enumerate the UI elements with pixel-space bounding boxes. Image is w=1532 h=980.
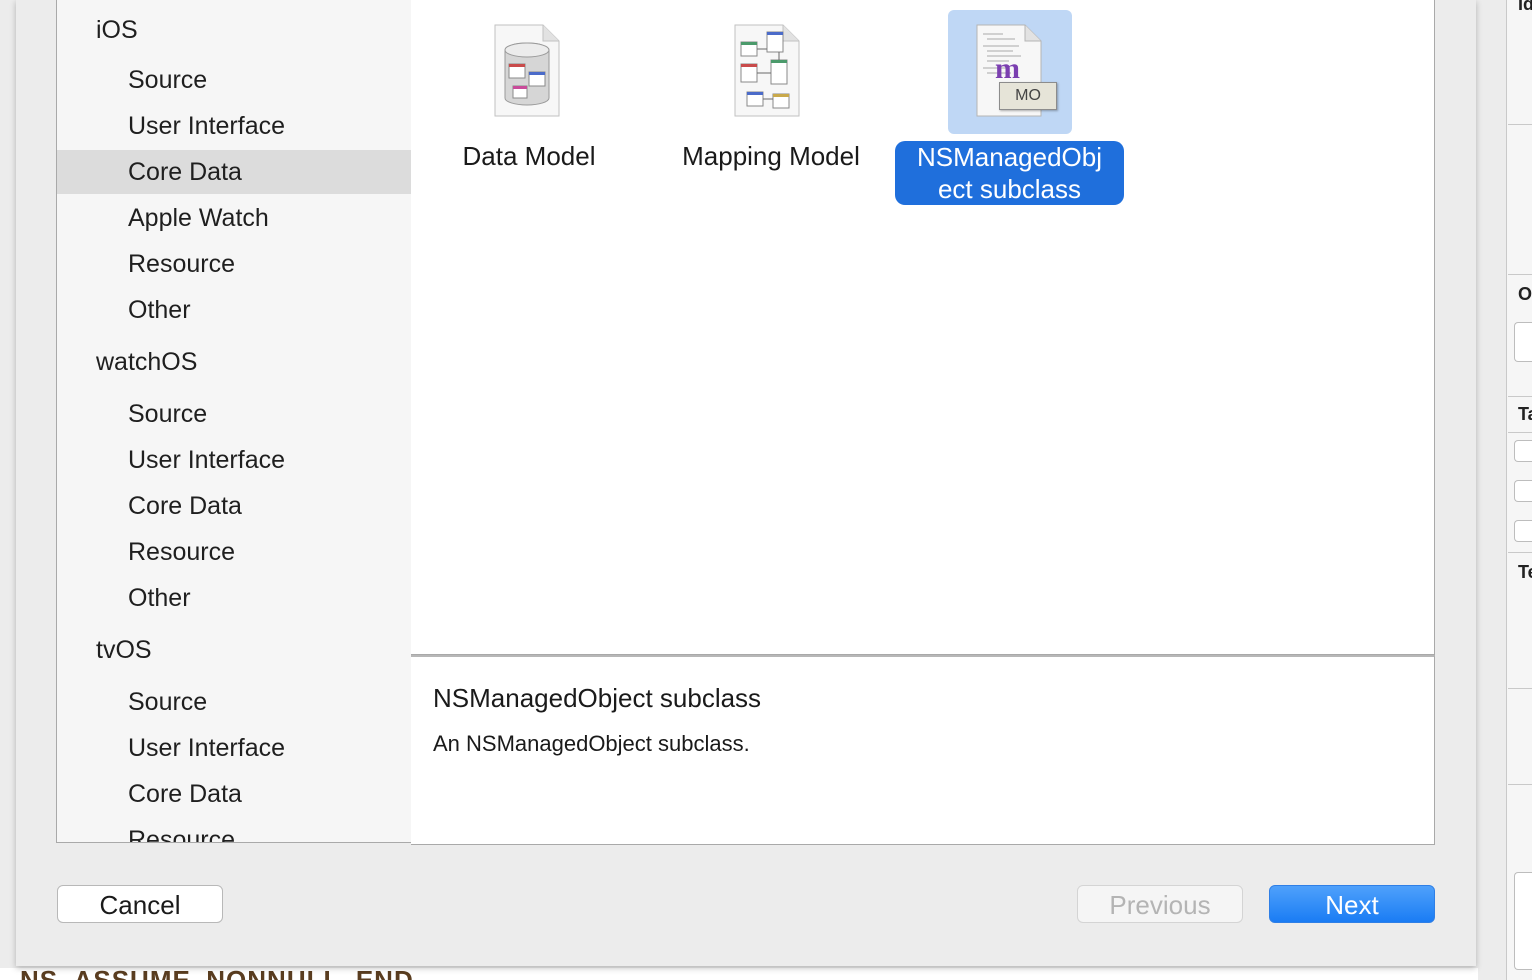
sidebar-item-watchos-core-data[interactable]: Core Data bbox=[57, 484, 411, 528]
inspector-divider bbox=[1508, 124, 1532, 125]
sidebar-item-tvos-source[interactable]: Source bbox=[57, 680, 411, 724]
inspector-heading-te: Te bbox=[1518, 562, 1532, 582]
inspector-divider bbox=[1508, 552, 1532, 553]
inspector-divider bbox=[1508, 396, 1532, 397]
inspector-divider bbox=[1508, 432, 1532, 433]
sidebar-item-ios-core-data[interactable]: Core Data bbox=[57, 150, 411, 194]
sidebar-item-ios-resource[interactable]: Resource bbox=[57, 242, 411, 286]
inspector-checkbox[interactable] bbox=[1514, 440, 1532, 462]
template-label: Data Model bbox=[462, 141, 596, 171]
inspector-checkbox[interactable] bbox=[1514, 480, 1532, 502]
sidebar-item-tvos-core-data[interactable]: Core Data bbox=[57, 772, 411, 816]
sidebar-group-tvos: tvOS bbox=[96, 636, 152, 664]
description-body: An NSManagedObject subclass. bbox=[433, 731, 750, 756]
mo-badge: MO bbox=[999, 82, 1057, 110]
next-button[interactable]: Next bbox=[1269, 885, 1435, 923]
template-label-line: ect subclass bbox=[937, 174, 1082, 204]
template-grid: Data Model Mapping Model m MO NSManagedO… bbox=[411, 0, 1435, 655]
description-title: NSManagedObject subclass bbox=[433, 683, 762, 713]
sidebar-item-watchos-other[interactable]: Other bbox=[57, 576, 411, 620]
template-description-pane: NSManagedObject subclass An NSManagedObj… bbox=[411, 655, 1435, 845]
sidebar-item-watchos-source[interactable]: Source bbox=[57, 392, 411, 436]
inspector-divider bbox=[1508, 688, 1532, 689]
sidebar-item-ios-apple-watch[interactable]: Apple Watch bbox=[57, 196, 411, 240]
inspector-field[interactable] bbox=[1514, 872, 1532, 970]
sidebar-item-ios-other[interactable]: Other bbox=[57, 288, 411, 332]
template-label: Mapping Model bbox=[682, 141, 860, 171]
sidebar-group-watchos: watchOS bbox=[96, 348, 198, 376]
sidebar-item-tvos-user-interface[interactable]: User Interface bbox=[57, 726, 411, 770]
inspector-divider bbox=[1508, 274, 1532, 275]
inspector-heading-identity: Id bbox=[1518, 0, 1532, 14]
platform-category-sidebar[interactable]: iOS Source User Interface Core Data Appl… bbox=[56, 0, 412, 843]
sidebar-item-ios-user-interface[interactable]: User Interface bbox=[57, 104, 411, 148]
template-label-line: NSManagedObj bbox=[917, 142, 1102, 172]
inspector-heading-ta: Ta bbox=[1518, 404, 1532, 424]
inspector-heading-o: O bbox=[1518, 284, 1532, 304]
sidebar-item-tvos-resource[interactable]: Resource bbox=[57, 818, 411, 842]
managed-object-glyph: m bbox=[995, 52, 1020, 85]
inspector-field[interactable] bbox=[1514, 322, 1532, 362]
template-label: NSManagedObj ect subclass bbox=[895, 141, 1124, 205]
previous-button[interactable]: Previous bbox=[1077, 885, 1243, 923]
sidebar-item-ios-source[interactable]: Source bbox=[57, 58, 411, 102]
sidebar-item-watchos-resource[interactable]: Resource bbox=[57, 530, 411, 574]
inspector-divider bbox=[1508, 784, 1532, 785]
sidebar-group-ios: iOS bbox=[96, 16, 138, 44]
cancel-button[interactable]: Cancel bbox=[57, 885, 223, 923]
inspector-checkbox[interactable] bbox=[1514, 520, 1532, 542]
sidebar-item-watchos-user-interface[interactable]: User Interface bbox=[57, 438, 411, 482]
